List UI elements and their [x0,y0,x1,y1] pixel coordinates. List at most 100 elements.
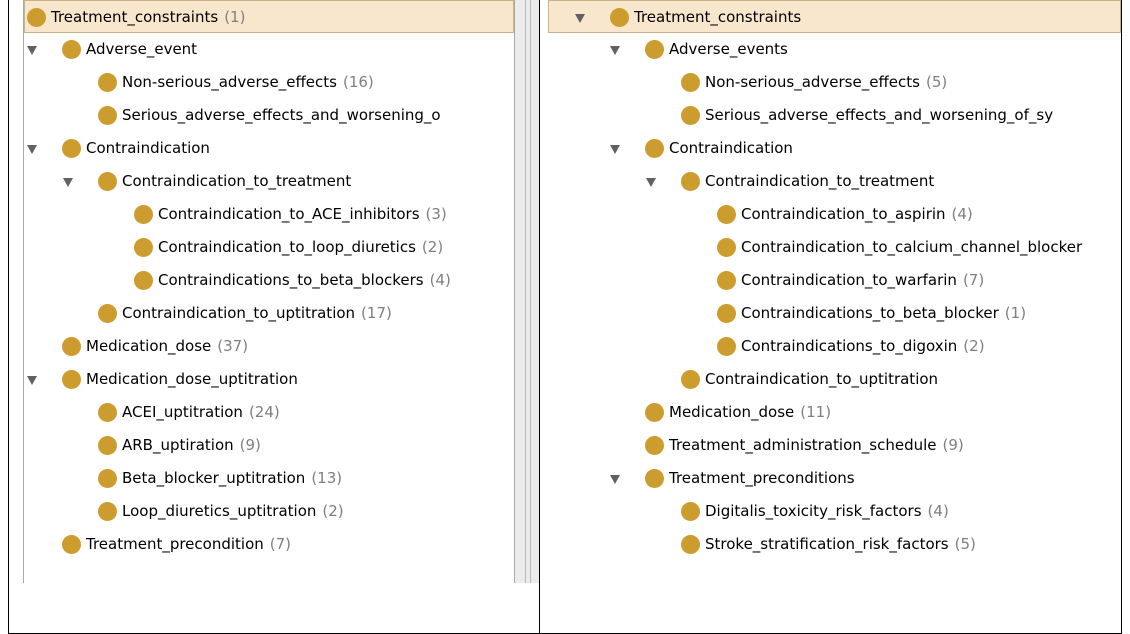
tree-node[interactable]: Beta_blocker_uptitration (13) [24,462,514,495]
tree-node[interactable]: Non-serious_adverse_effects (16) [24,66,514,99]
class-name: ACEI_uptitration [122,403,243,421]
tree-node[interactable]: Contraindication_to_calcium_channel_bloc… [548,231,1121,264]
class-bullet-icon [681,73,700,92]
class-bullet-icon [681,172,700,191]
tree-node[interactable]: Serious_adverse_effects_and_worsening_of… [548,99,1121,132]
right-cell: Treatment_constraints Adverse_events Non-s… [540,0,1121,633]
class-bullet-icon [62,40,81,59]
tree-node[interactable]: Contraindication_to_ACE_inhibitors (3) [24,198,514,231]
tree-node[interactable]: Contraindication_to_uptitration (17) [24,297,514,330]
tree-node-label: ACEI_uptitration (24) [122,404,280,421]
instance-count: (4) [429,271,451,289]
class-name: Contraindication_to_calcium_channel_bloc… [741,238,1083,256]
tree-node[interactable]: Contraindication_to_warfarin (7) [548,264,1121,297]
tree-node[interactable]: Stroke_stratification_risk_factors (5) [548,528,1121,561]
instance-count: (4) [927,502,949,520]
class-bullet-icon [62,139,81,158]
expand-toggle-icon[interactable] [27,376,37,385]
class-name: Non-serious_adverse_effects [122,73,337,91]
class-bullet-icon [717,304,736,323]
tree-node[interactable]: Treatment_constraints (1) [24,0,514,33]
tree-node[interactable]: Contraindication [548,132,1121,165]
class-bullet-icon [62,370,81,389]
tree-node-label: ARB_uptiration (9) [122,437,261,454]
tree-node-label: Contraindication_to_uptitration [705,371,938,388]
class-name: Contraindication_to_uptitration [122,304,356,322]
class-bullet-icon [98,304,117,323]
tree-node-label: Contraindications_to_beta_blockers (4) [158,272,451,289]
tree-node-label: Contraindication_to_warfarin (7) [741,272,984,289]
class-bullet-icon [645,403,664,422]
class-bullet-icon [62,337,81,356]
tree-node[interactable]: Contraindications_to_beta_blockers (4) [24,264,514,297]
right-tree: Treatment_constraints Adverse_events Non-s… [548,0,1121,561]
class-bullet-icon [98,502,117,521]
class-name: Contraindications_to_digoxin [741,337,958,355]
tree-node-label: Contraindication [86,140,210,157]
class-name: Contraindication [86,139,210,157]
class-bullet-icon [681,106,700,125]
tree-node[interactable]: Treatment_preconditions [548,462,1121,495]
tree-node[interactable]: Contraindication [24,132,514,165]
tree-node-label: Serious_adverse_effects_and_worsening_of… [705,107,1053,124]
tree-node-label: Contraindication_to_treatment [122,173,351,190]
class-name: Contraindication_to_treatment [122,172,352,190]
class-bullet-icon [681,502,700,521]
class-bullet-icon [681,535,700,554]
class-name: Adverse_events [669,40,788,58]
tree-node[interactable]: Non-serious_adverse_effects (5) [548,66,1121,99]
left-class-hierarchy-panel[interactable]: Treatment_constraints (1) Adverse_event Non… [23,0,514,583]
tree-node-label: Contraindications_to_digoxin (2) [741,338,985,355]
tree-node[interactable]: Treatment_administration_schedule (9) [548,429,1121,462]
tree-node[interactable]: Adverse_events [548,33,1121,66]
tree-node[interactable]: Contraindication_to_treatment [24,165,514,198]
tree-node[interactable]: Loop_diuretics_uptitration (2) [24,495,514,528]
class-name: Contraindication_to_aspirin [741,205,946,223]
tree-node-label: Treatment_constraints (1) [51,9,245,26]
expand-toggle-icon[interactable] [646,178,656,187]
instance-count: (5) [954,535,976,553]
tree-node[interactable]: Medication_dose_uptitration [24,363,514,396]
class-name: Adverse_event [86,40,198,58]
instance-count: (9) [942,436,964,454]
expand-toggle-icon[interactable] [27,145,37,154]
left-vertical-scrollbar[interactable] [514,0,539,583]
class-bullet-icon [98,73,117,92]
class-name: ARB_uptiration [122,436,234,454]
tree-node-label: Treatment_constraints [634,9,801,26]
tree-node[interactable]: Contraindication_to_uptitration [548,363,1121,396]
tree-node-label: Serious_adverse_effects_and_worsening_o [122,107,441,124]
tree-node[interactable]: Contraindication_to_aspirin (4) [548,198,1121,231]
class-bullet-icon [98,436,117,455]
tree-node[interactable]: Digitalis_toxicity_risk_factors (4) [548,495,1121,528]
tree-node[interactable]: Treatment_precondition (7) [24,528,514,561]
class-bullet-icon [27,8,46,27]
tree-node[interactable]: Serious_adverse_effects_and_worsening_o [24,99,514,132]
tree-node[interactable]: Contraindication_to_treatment [548,165,1121,198]
expand-toggle-icon[interactable] [610,475,620,484]
tree-node[interactable]: ARB_uptiration (9) [24,429,514,462]
tree-node-label: Contraindication_to_ACE_inhibitors (3) [158,206,447,223]
expand-toggle-icon[interactable] [27,46,37,55]
expand-toggle-icon[interactable] [610,145,620,154]
tree-node[interactable]: ACEI_uptitration (24) [24,396,514,429]
tree-node-label: Treatment_precondition (7) [86,536,291,553]
expand-toggle-icon[interactable] [63,178,73,187]
tree-node[interactable]: Contraindications_to_digoxin (2) [548,330,1121,363]
class-bullet-icon [98,403,117,422]
tree-node-label: Medication_dose (11) [669,404,831,421]
right-class-hierarchy-panel[interactable]: Treatment_constraints Adverse_events Non-s… [548,0,1121,583]
class-name: Medication_dose [86,337,212,355]
tree-node[interactable]: Contraindications_to_beta_blocker (1) [548,297,1121,330]
expand-toggle-icon[interactable] [575,14,585,23]
expand-toggle-icon[interactable] [610,46,620,55]
tree-node[interactable]: Medication_dose (37) [24,330,514,363]
tree-node[interactable]: Medication_dose (11) [548,396,1121,429]
class-bullet-icon [645,469,664,488]
tree-node[interactable]: Treatment_constraints [548,0,1121,33]
instance-count: (11) [800,403,832,421]
tree-node[interactable]: Adverse_event [24,33,514,66]
tree-node[interactable]: Contraindication_to_loop_diuretics (2) [24,231,514,264]
instance-count: (24) [248,403,280,421]
class-name: Serious_adverse_effects_and_worsening_of… [705,106,1054,124]
